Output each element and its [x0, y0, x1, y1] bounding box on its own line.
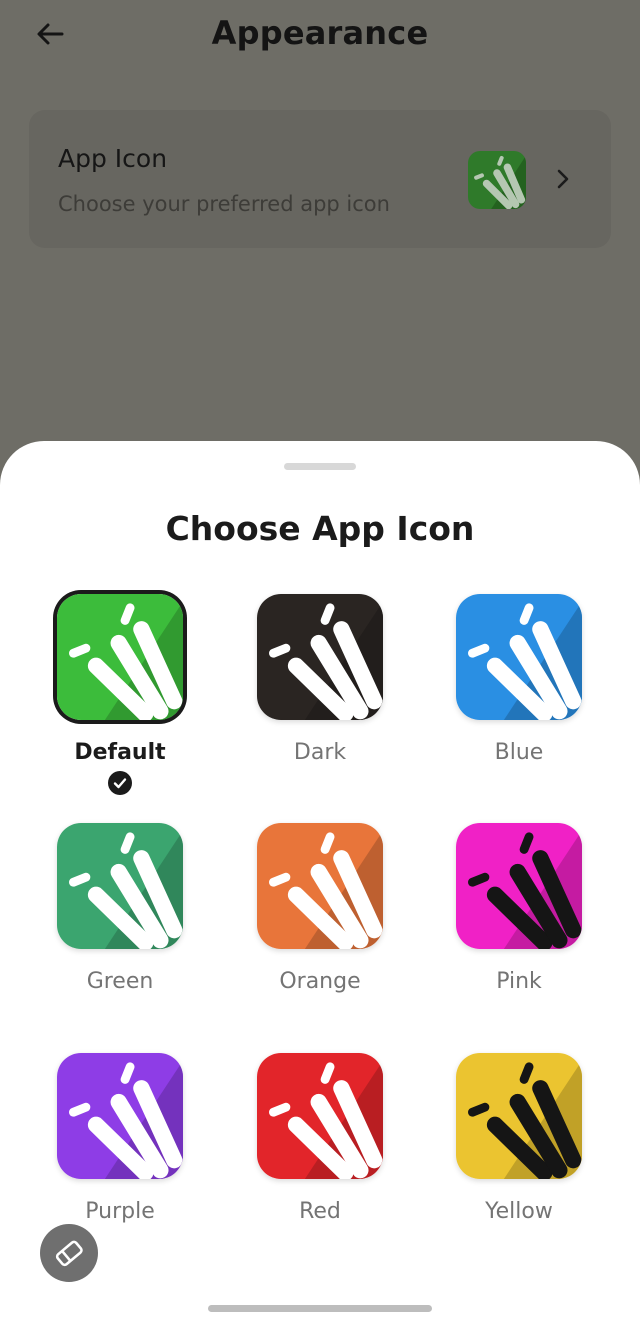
app-logo-icon: [57, 1053, 183, 1179]
icon-option-label: Yellow: [485, 1199, 553, 1224]
icon-option-label: Orange: [279, 969, 361, 994]
app-logo-icon: [456, 823, 582, 949]
icon-option-label: Purple: [85, 1199, 155, 1224]
icon-option-label: Red: [299, 1199, 341, 1224]
icon-option-purple[interactable]: Purple: [20, 1053, 220, 1253]
card-subtitle: Choose your preferred app icon: [58, 192, 390, 216]
icon-option-blue[interactable]: Blue: [419, 594, 619, 794]
selected-check-icon: [108, 771, 132, 795]
page-title: Appearance: [211, 14, 429, 52]
icon-option-default[interactable]: Default: [20, 594, 220, 795]
app-logo-icon: [57, 823, 183, 949]
app-logo-icon: [257, 823, 383, 949]
app-icon-green[interactable]: [57, 823, 183, 949]
app-icon-yellow[interactable]: [456, 1053, 582, 1179]
app-icon-pink[interactable]: [456, 823, 582, 949]
app-icon-blue[interactable]: [456, 594, 582, 720]
chevron-right-icon: [557, 169, 569, 189]
icon-option-label: Dark: [293, 740, 347, 765]
icon-option-label: Pink: [496, 969, 542, 994]
icon-option-green[interactable]: Green: [20, 823, 220, 1023]
choose-app-icon-sheet: Choose App Icon Default Dark Blue Green Oran…: [0, 441, 640, 1321]
app-logo-icon: [57, 594, 183, 720]
app-icon-default[interactable]: [57, 594, 183, 720]
top-bar: Appearance: [0, 0, 640, 70]
app-logo-icon: [257, 594, 383, 720]
app-logo-icon: [456, 1053, 582, 1179]
eraser-icon: [55, 1240, 83, 1267]
app-icon-orange[interactable]: [257, 823, 383, 949]
sheet-title: Choose App Icon: [165, 509, 475, 548]
icon-option-label: Green: [86, 969, 154, 994]
app-logo-icon: [468, 151, 526, 209]
icon-option-yellow[interactable]: Yellow: [419, 1053, 619, 1253]
sheet-drag-handle[interactable]: [284, 463, 356, 470]
icon-option-pink[interactable]: Pink: [419, 823, 619, 1023]
card-title: App Icon: [58, 144, 168, 173]
icon-option-orange[interactable]: Orange: [220, 823, 420, 1023]
app-icon-purple[interactable]: [57, 1053, 183, 1179]
icon-option-dark[interactable]: Dark: [220, 594, 420, 794]
app-icon-red[interactable]: [257, 1053, 383, 1179]
current-app-icon: [468, 151, 526, 209]
app-icon-dark[interactable]: [257, 594, 383, 720]
app-logo-icon: [456, 594, 582, 720]
home-indicator: [208, 1305, 432, 1312]
app-logo-icon: [257, 1053, 383, 1179]
icon-option-label: Default: [74, 740, 166, 765]
icon-option-label: Blue: [494, 740, 544, 765]
eraser-button[interactable]: [40, 1224, 98, 1282]
app-icon-setting-card[interactable]: App Icon Choose your preferred app icon: [29, 110, 611, 248]
icon-option-red[interactable]: Red: [220, 1053, 420, 1253]
